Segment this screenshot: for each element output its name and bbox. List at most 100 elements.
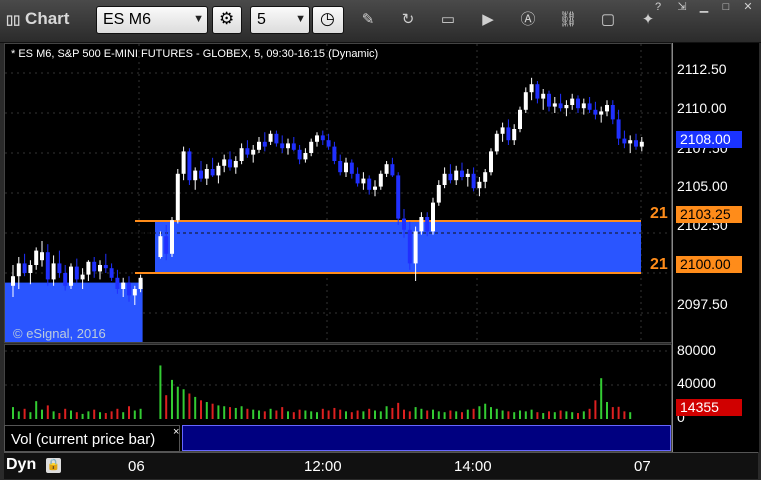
volume-bar xyxy=(501,410,504,419)
app-title: ▯▯ Chart xyxy=(6,9,70,28)
volume-bar xyxy=(420,408,423,419)
lock-icon[interactable]: 🔒 xyxy=(46,458,61,473)
symbol-input[interactable]: ES M6 ▼ xyxy=(96,6,208,34)
candle xyxy=(535,84,540,99)
volume-bar xyxy=(461,412,463,419)
volume-bar xyxy=(478,406,481,419)
candle xyxy=(103,265,108,269)
draw-pencil-icon[interactable]: ✎ xyxy=(358,10,378,30)
volume-bar xyxy=(292,412,295,419)
interval-input[interactable]: 5 ▼ xyxy=(250,6,310,34)
candle xyxy=(338,161,343,173)
volume-bar xyxy=(188,393,191,419)
volume-bar xyxy=(565,411,568,419)
maximize-icon[interactable]: □ xyxy=(718,1,734,14)
close-study-icon[interactable]: × xyxy=(173,426,179,438)
candle xyxy=(210,169,215,176)
candle xyxy=(239,148,244,161)
volume-bar xyxy=(617,406,620,419)
candle xyxy=(280,143,285,149)
dynamic-mode-label[interactable]: Dyn xyxy=(6,456,36,474)
candle xyxy=(297,149,302,160)
play-icon[interactable]: ▶ xyxy=(478,10,498,30)
volume-bar xyxy=(29,412,32,419)
candle xyxy=(396,175,401,219)
candle xyxy=(442,173,447,185)
candle xyxy=(57,263,62,273)
level-lower-box: 2100.00 xyxy=(676,256,742,273)
price-axis[interactable]: 2112.50 2110.00 2107.50 2105.00 2102.50 … xyxy=(672,43,759,452)
interval-clock-button[interactable]: ◷ xyxy=(312,6,344,34)
candle xyxy=(326,140,331,147)
volume-plot xyxy=(5,350,671,419)
volume-bar xyxy=(104,413,107,419)
time-label: 12:00 xyxy=(304,458,342,475)
volume-bar xyxy=(316,412,318,419)
volume-bar xyxy=(229,407,231,419)
chevron-down-icon[interactable]: ▼ xyxy=(295,13,306,25)
volume-bar xyxy=(52,411,55,419)
message-icon[interactable]: ▢ xyxy=(598,10,618,30)
volume-study-tab[interactable]: Vol (current price bar) × xyxy=(4,425,180,452)
volume-bar xyxy=(182,389,185,419)
time-label: 06 xyxy=(128,458,145,475)
alert-icon[interactable]: Ⓐ xyxy=(518,10,538,30)
volume-bar xyxy=(75,412,78,419)
candle xyxy=(132,289,137,296)
volume-bar xyxy=(93,409,96,419)
volume-bar xyxy=(258,410,260,419)
volume-bar xyxy=(81,413,84,419)
volume-bar xyxy=(310,411,313,419)
refresh-icon[interactable]: ↻ xyxy=(398,10,418,30)
volume-current-box: 14355 xyxy=(676,399,742,416)
volume-bar xyxy=(542,413,545,419)
candle xyxy=(552,103,557,107)
candle xyxy=(500,127,505,134)
close-icon[interactable]: ✕ xyxy=(740,1,756,14)
price-chart[interactable]: * ES M6, S&P 500 E-MINI FUTURES - GLOBEX… xyxy=(4,43,672,343)
link-icon[interactable]: ⛓ xyxy=(558,10,578,30)
candle xyxy=(80,274,85,280)
volume-bar xyxy=(165,395,168,419)
volume-study-bar xyxy=(182,425,671,451)
candle xyxy=(605,105,609,112)
candle xyxy=(51,263,56,280)
candle xyxy=(332,146,337,161)
pin-icon[interactable]: ⇲ xyxy=(674,1,690,14)
candle xyxy=(16,263,21,277)
volume-bar xyxy=(379,411,382,419)
candle xyxy=(367,178,372,190)
candle xyxy=(216,165,221,176)
volume-bar xyxy=(116,408,119,419)
help-icon[interactable]: ? xyxy=(650,1,666,14)
volume-bar xyxy=(414,407,417,419)
time-label: 14:00 xyxy=(454,458,492,475)
volume-bar xyxy=(281,407,284,419)
volume-bar xyxy=(426,410,429,419)
volume-bar xyxy=(246,408,249,419)
volume-bar xyxy=(519,410,521,419)
time-axis[interactable]: Dyn 🔒 06 12:00 14:00 07 xyxy=(4,452,758,479)
volume-bar xyxy=(217,405,220,419)
chart-header: * ES M6, S&P 500 E-MINI FUTURES - GLOBEX… xyxy=(11,48,379,60)
volume-bar xyxy=(443,412,446,419)
volume-bar xyxy=(87,411,90,419)
chevron-down-icon[interactable]: ▼ xyxy=(193,13,204,25)
symbol-settings-button[interactable]: ⚙ xyxy=(212,6,242,34)
candle xyxy=(506,127,511,141)
candle xyxy=(610,105,615,120)
candle xyxy=(257,141,261,150)
level-tag-lower: 21 xyxy=(650,256,668,273)
volume-tick: 80000 xyxy=(677,342,716,358)
minimize-icon[interactable]: ▁ xyxy=(696,1,712,14)
volume-bar xyxy=(223,406,226,419)
candle xyxy=(291,143,296,150)
candle xyxy=(477,181,482,189)
price-tick: 2105.00 xyxy=(677,178,728,194)
candle xyxy=(187,151,192,181)
volume-bar xyxy=(437,411,440,419)
candle xyxy=(268,133,273,142)
volume-bar xyxy=(600,378,603,419)
quote-get-icon[interactable]: ▭ xyxy=(438,10,458,30)
volume-bar xyxy=(432,409,434,419)
